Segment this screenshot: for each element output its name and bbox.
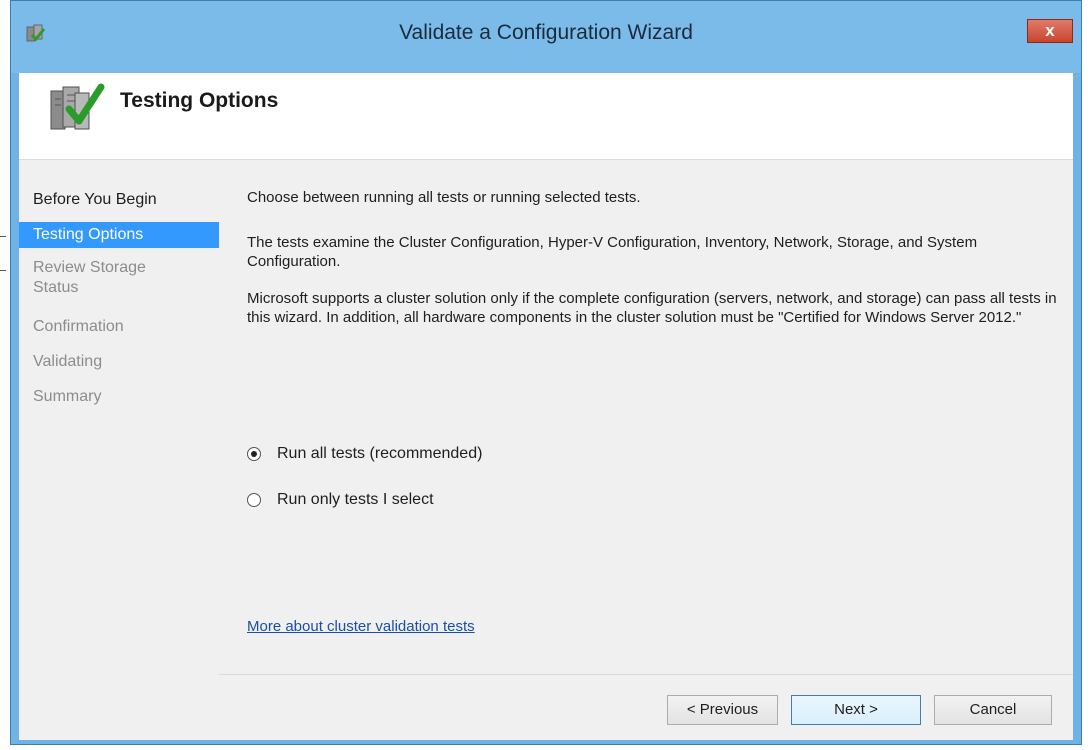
nav-step-validating: Validating (33, 353, 103, 370)
run-selected-tests-option[interactable]: Run only tests I select (247, 491, 507, 511)
close-icon: x (1045, 21, 1055, 40)
nav-step-confirmation: Confirmation (33, 318, 124, 335)
window-title: Validate a Configuration Wizard (399, 21, 693, 44)
cancel-button[interactable]: Cancel (934, 695, 1052, 725)
run-all-tests-option[interactable]: Run all tests (recommended) (247, 445, 507, 465)
footer-divider (219, 674, 1073, 675)
page-title: Testing Options (120, 89, 279, 112)
radio-button-checked[interactable] (247, 447, 261, 461)
tests-description-text: The tests examine the Cluster Configurat… (247, 234, 978, 270)
nav-step-summary: Summary (33, 388, 102, 405)
support-statement-text: Microsoft supports a cluster solution on… (247, 290, 1057, 326)
content-panel: Choose between running all tests or runn… (219, 160, 1073, 740)
previous-button[interactable]: < Previous (667, 695, 778, 725)
nav-step-testing-options[interactable]: Testing Options (19, 222, 219, 248)
nav-step-review-storage-status: Review Storage Status (33, 259, 146, 296)
nav-step-before-you-begin[interactable]: Before You Begin (19, 187, 219, 213)
run-selected-tests-label: Run only tests I select (277, 491, 434, 508)
intro-text: Choose between running all tests or runn… (247, 189, 641, 206)
close-button[interactable]: x (1027, 19, 1073, 43)
help-link[interactable]: More about cluster validation tests (247, 618, 475, 635)
run-all-tests-label: Run all tests (recommended) (277, 445, 483, 462)
validation-wizard-icon (50, 83, 105, 130)
wizard-window: Validate a Configuration Wizard x Testin… (10, 0, 1082, 745)
wizard-steps-nav: Before You Begin Testing Options Review … (19, 160, 219, 740)
next-button[interactable]: Next > (791, 695, 921, 725)
title-bar[interactable]: Validate a Configuration Wizard x (11, 1, 1081, 73)
background-window-edge (0, 236, 6, 296)
radio-button-unchecked[interactable] (247, 493, 261, 507)
wizard-header: Testing Options (19, 73, 1073, 160)
